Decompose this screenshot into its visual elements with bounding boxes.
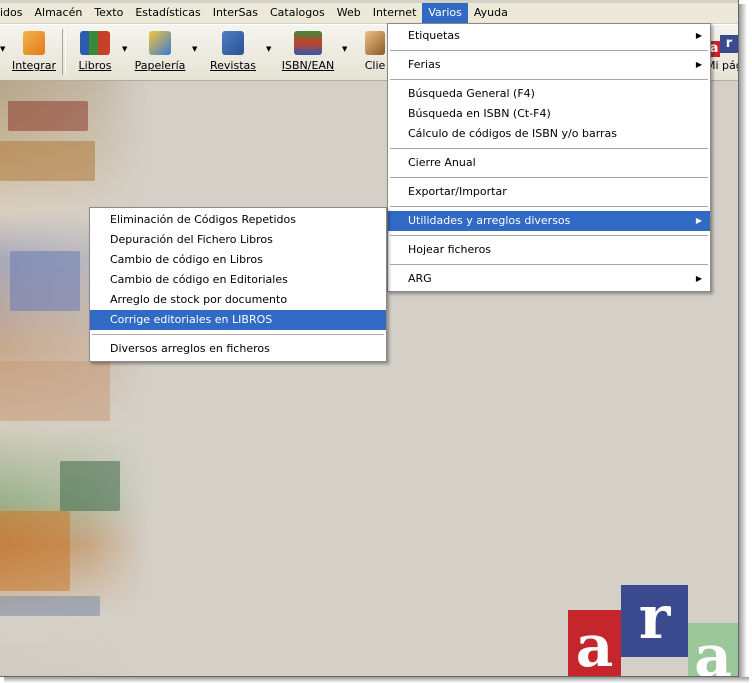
menu-item-corrige-editoriales[interactable]: Corrige editoriales en LIBROS <box>90 310 386 330</box>
toolbar-separator <box>62 29 66 75</box>
papeleria-button[interactable]: Papelería <box>134 29 186 75</box>
menu-separator <box>92 334 384 335</box>
menu-separator <box>390 148 708 149</box>
menu-item-cambio-codigo-libros[interactable]: Cambio de código en Libros <box>90 250 386 270</box>
varios-menu: Etiquetas ▶ Ferias ▶ Búsqueda General (F4)… <box>387 23 711 292</box>
libros-button[interactable]: Libros <box>72 29 118 75</box>
ara-logo-a-green: a <box>688 623 738 676</box>
submenu-arrow-icon: ▶ <box>695 60 702 69</box>
menu-almacen[interactable]: Almacén <box>29 3 89 23</box>
menu-item-cambio-codigo-editoriales[interactable]: Cambio de código en Editoriales <box>90 270 386 290</box>
revistas-label: Revistas <box>210 59 256 72</box>
menu-item-utilidades[interactable]: Utilidades y arreglos diversos ▶ <box>388 211 710 231</box>
menu-separator <box>390 79 708 80</box>
window-shadow-right <box>739 4 747 680</box>
papeleria-dropdown-arrow-icon[interactable]: ▼ <box>192 45 197 53</box>
menu-ayuda[interactable]: Ayuda <box>468 3 514 23</box>
isbn-button[interactable]: ISBN/EAN <box>278 29 338 75</box>
clientes-button[interactable]: Clie <box>362 29 388 75</box>
submenu-arrow-icon: ▶ <box>695 216 702 225</box>
photo-hands <box>10 251 80 311</box>
barcode-books-icon <box>294 31 322 55</box>
menu-texto[interactable]: Texto <box>88 3 129 23</box>
menu-item-cierre-anual[interactable]: Cierre Anual <box>388 153 710 173</box>
menu-item-depuracion-fichero[interactable]: Depuración del Fichero Libros <box>90 230 386 250</box>
menu-item-arreglo-stock[interactable]: Arreglo de stock por documento <box>90 290 386 310</box>
menu-varios[interactable]: Varios <box>422 3 468 23</box>
menu-item-label: Exportar/Importar <box>408 185 507 198</box>
photo-books-stack <box>0 141 95 181</box>
dropdown-arrow-icon[interactable]: ▼ <box>0 45 5 53</box>
menu-item-label: Cálculo de códigos de ISBN y/o barras <box>408 127 618 140</box>
integrar-icon <box>23 31 45 55</box>
submenu-arrow-icon: ▶ <box>695 274 702 283</box>
ara-logo-r-blue: r <box>621 585 688 657</box>
libros-dropdown-arrow-icon[interactable]: ▼ <box>122 45 127 53</box>
menu-separator <box>390 50 708 51</box>
menu-item-exportar-importar[interactable]: Exportar/Importar <box>388 182 710 202</box>
utilidades-submenu: Eliminación de Códigos Repetidos Depurac… <box>89 207 387 362</box>
menu-separator <box>390 177 708 178</box>
menu-item-label: Búsqueda General (F4) <box>408 87 535 100</box>
menu-item-label: ARG <box>408 272 432 285</box>
clients-icon <box>365 31 385 55</box>
menu-item-hojear-ficheros[interactable]: Hojear ficheros <box>388 240 710 260</box>
menu-item-label: Ferias <box>408 58 441 71</box>
ara-logo-a-red: a <box>568 610 621 676</box>
menu-item-ferias[interactable]: Ferias ▶ <box>388 55 710 75</box>
menu-item-label: Utilidades y arreglos diversos <box>408 214 571 227</box>
menu-item-label: Cambio de código en Editoriales <box>110 273 288 286</box>
menu-item-calculo-codigos[interactable]: Cálculo de códigos de ISBN y/o barras <box>388 124 710 144</box>
photo-handshake <box>0 361 110 421</box>
menu-item-label: Eliminación de Códigos Repetidos <box>110 213 296 226</box>
clientes-label: Clie <box>364 59 386 72</box>
photo-product <box>60 461 120 511</box>
ara-mini-r: r <box>720 35 738 53</box>
isbn-dropdown-arrow-icon[interactable]: ▼ <box>342 45 347 53</box>
menu-separator <box>390 235 708 236</box>
menu-item-etiquetas[interactable]: Etiquetas ▶ <box>388 26 710 46</box>
menu-item-label: Búsqueda en ISBN (Ct-F4) <box>408 107 551 120</box>
revistas-button[interactable]: Revistas <box>208 29 258 75</box>
magazine-icon <box>222 31 244 55</box>
menu-catalogos[interactable]: Catalogos <box>264 3 331 23</box>
menu-item-label: Diversos arreglos en ficheros <box>110 342 270 355</box>
isbn-label: ISBN/EAN <box>281 59 335 72</box>
menu-item-busqueda-isbn[interactable]: Búsqueda en ISBN (Ct-F4) <box>388 104 710 124</box>
revistas-dropdown-arrow-icon[interactable]: ▼ <box>266 45 271 53</box>
menu-item-label: Corrige editoriales en LIBROS <box>110 313 273 326</box>
menu-item-label: Depuración del Fichero Libros <box>110 233 273 246</box>
menu-item-arg[interactable]: ARG ▶ <box>388 269 710 289</box>
submenu-arrow-icon: ▶ <box>695 31 702 40</box>
menu-separator <box>390 206 708 207</box>
menu-internet[interactable]: Internet <box>367 3 423 23</box>
ara-logo: a r a <box>568 585 738 676</box>
photo-product <box>0 596 100 616</box>
menu-separator <box>390 264 708 265</box>
background-photo <box>0 81 150 676</box>
menu-item-busqueda-general[interactable]: Búsqueda General (F4) <box>388 84 710 104</box>
books-icon <box>80 31 110 55</box>
menu-item-label: Etiquetas <box>408 29 460 42</box>
photo-books-stack <box>8 101 88 131</box>
photo-product <box>0 511 70 591</box>
window-shadow-bottom <box>4 677 749 683</box>
menu-item-label: Cambio de código en Libros <box>110 253 263 266</box>
menu-item-diversos-arreglos[interactable]: Diversos arreglos en ficheros <box>90 339 386 359</box>
integrar-label: Integrar <box>12 59 57 72</box>
menu-web[interactable]: Web <box>331 3 367 23</box>
menu-item-label: Hojear ficheros <box>408 243 492 256</box>
menu-estadisticas[interactable]: Estadísticas <box>129 3 206 23</box>
menu-item-eliminacion-codigos[interactable]: Eliminación de Códigos Repetidos <box>90 210 386 230</box>
menu-bar: idos Almacén Texto Estadísticas InterSas… <box>0 3 738 23</box>
menu-pedidos[interactable]: idos <box>0 3 29 23</box>
libros-label: Libros <box>78 59 112 72</box>
menu-item-label: Arreglo de stock por documento <box>110 293 288 306</box>
papeleria-label: Papelería <box>134 59 186 72</box>
menu-intersas[interactable]: InterSas <box>207 3 264 23</box>
pencil-icon <box>149 31 171 55</box>
integrar-button[interactable]: Integrar <box>12 29 56 75</box>
menu-item-label: Cierre Anual <box>408 156 476 169</box>
